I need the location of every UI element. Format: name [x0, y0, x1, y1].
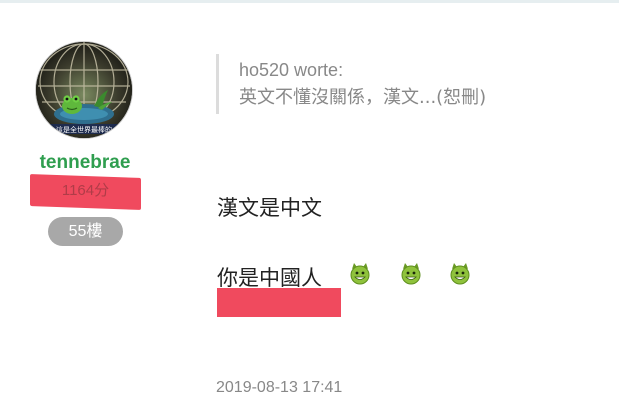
devil-grin-icon	[348, 261, 372, 285]
avatar-caption: 這是全世界最棒的	[56, 125, 112, 134]
quote-block: ho520 worte: 英文不懂沒關係，漢文...(恕刪)	[216, 54, 486, 114]
quote-author: ho520 worte:	[239, 60, 344, 80]
devil-grin-icon	[399, 261, 423, 285]
post-line: 漢文是中文	[217, 196, 322, 220]
username-link[interactable]: tennebrae	[0, 152, 170, 174]
devil-grin-icon	[448, 261, 472, 285]
author-panel: 這是全世界最棒的 tennebrae 1164分 55樓	[0, 0, 170, 412]
redaction-mark-line	[217, 288, 341, 317]
post-container: 這是全世界最棒的 tennebrae 1164分 55樓 ho520 worte…	[0, 0, 619, 412]
quote-text: 英文不懂沒關係，漢文...(恕刪)	[239, 87, 487, 108]
post-timestamp: 2019-08-13 17:41	[216, 379, 343, 396]
points-label: 1164分	[61, 182, 110, 199]
post-line: 你是中國人	[217, 266, 322, 290]
avatar[interactable]: 這是全世界最棒的	[36, 42, 132, 138]
floor-badge[interactable]: 55樓	[48, 217, 123, 246]
user-points: 1164分	[30, 174, 141, 210]
